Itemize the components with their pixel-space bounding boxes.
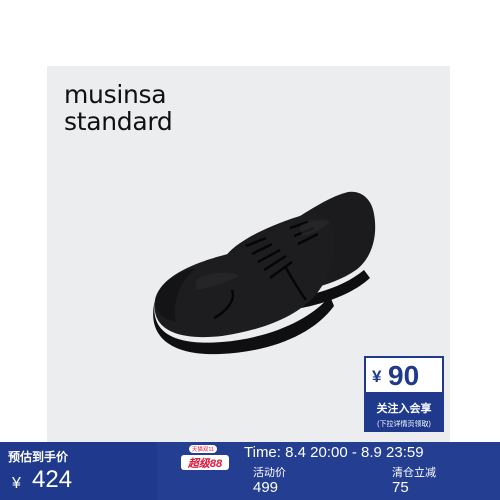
presale-label: 预估到手价 [8, 450, 69, 464]
coupon-line-2: (下拉详情页领取) [377, 421, 431, 428]
activity-price-label: 活动价 [253, 467, 286, 479]
badge-main-text: 超级88 [187, 457, 223, 470]
clearance-amount: 75 [392, 479, 409, 496]
estimated-price: 424 [32, 466, 73, 493]
price-currency: ¥ [12, 475, 21, 492]
activity-price: 499 [253, 479, 279, 496]
coupon-amount: 90 [388, 360, 420, 391]
event-time: Time: 8.4 20:00 - 8.9 23:59 [244, 444, 424, 461]
badge-small-text: 天猫双11 [192, 445, 214, 453]
coupon-amount-box: ¥ 90 [364, 356, 444, 394]
coupon-line-1: 关注入会享 [376, 403, 432, 415]
clearance-label: 清仓立减 [392, 467, 436, 479]
coupon-badge[interactable]: ¥ 90 关注入会享 (下拉详情页领取) [364, 356, 444, 436]
front-sneaker [153, 213, 335, 355]
super88-badge-icon: 天猫双11 超级88 [181, 445, 229, 470]
coupon-currency: ¥ [372, 367, 382, 386]
coupon-text-box: 关注入会享 (下拉详情页领取) [364, 394, 444, 432]
